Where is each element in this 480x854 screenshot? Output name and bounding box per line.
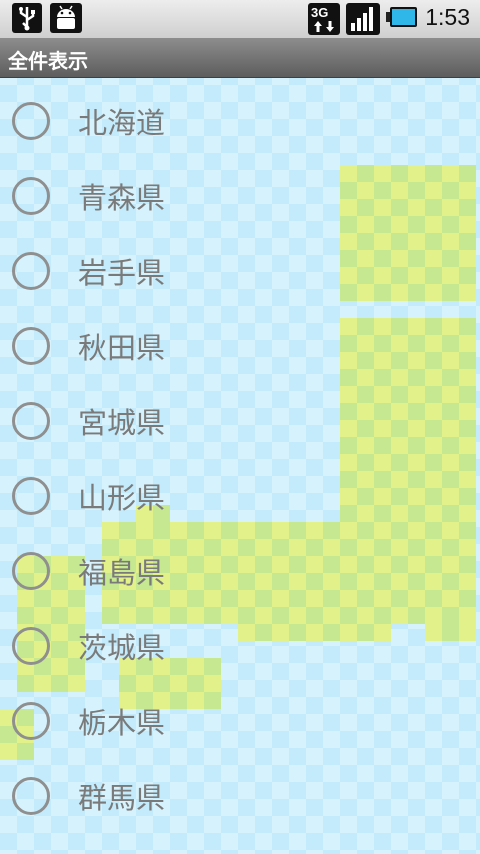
prefecture-label: 福島県 xyxy=(78,556,166,590)
radio-button[interactable] xyxy=(12,402,50,440)
prefecture-label: 山形県 xyxy=(78,481,166,515)
list-item-akita[interactable]: 秋田県 xyxy=(0,311,480,386)
android-debug-icon xyxy=(50,3,82,33)
list-item-gunma[interactable]: 群馬県 xyxy=(0,761,480,836)
battery-icon xyxy=(386,6,418,28)
list-item-yamagata[interactable]: 山形県 xyxy=(0,461,480,536)
prefecture-label: 茨城県 xyxy=(78,631,166,665)
page-title: 全件表示 xyxy=(8,49,88,73)
prefecture-label: 北海道 xyxy=(78,106,166,140)
list-item-aomori[interactable]: 青森県 xyxy=(0,161,480,236)
network-label: 3G xyxy=(311,5,328,20)
radio-button[interactable] xyxy=(12,477,50,515)
prefecture-label: 秋田県 xyxy=(78,331,166,365)
signal-icon xyxy=(346,3,380,35)
usb-icon xyxy=(12,3,42,33)
radio-button[interactable] xyxy=(12,177,50,215)
list-item-iwate[interactable]: 岩手県 xyxy=(0,236,480,311)
prefecture-label: 栃木県 xyxy=(78,706,166,740)
clock: 1:53 xyxy=(425,4,470,30)
prefecture-radio-list: 北海道 青森県 岩手県 秋田県 宮城県 山形県 福島県 茨城県 栃木県 群馬県 xyxy=(0,86,480,836)
prefecture-label: 青森県 xyxy=(78,181,166,215)
list-item-tochigi[interactable]: 栃木県 xyxy=(0,686,480,761)
radio-button[interactable] xyxy=(12,702,50,740)
radio-button[interactable] xyxy=(12,552,50,590)
prefecture-label: 宮城県 xyxy=(78,406,166,440)
list-item-hokkaido[interactable]: 北海道 xyxy=(0,86,480,161)
radio-button[interactable] xyxy=(12,777,50,815)
list-item-ibaraki[interactable]: 茨城県 xyxy=(0,611,480,686)
list-item-fukushima[interactable]: 福島県 xyxy=(0,536,480,611)
network-3g-icon: 3G xyxy=(308,3,340,35)
radio-button[interactable] xyxy=(12,627,50,665)
list-item-miyagi[interactable]: 宮城県 xyxy=(0,386,480,461)
status-bar: 3G 1:53 xyxy=(0,0,480,39)
radio-button[interactable] xyxy=(12,327,50,365)
radio-button[interactable] xyxy=(12,102,50,140)
radio-button[interactable] xyxy=(12,252,50,290)
prefecture-label: 岩手県 xyxy=(78,256,166,290)
title-bar: 全件表示 xyxy=(0,38,480,78)
prefecture-label: 群馬県 xyxy=(78,781,166,815)
